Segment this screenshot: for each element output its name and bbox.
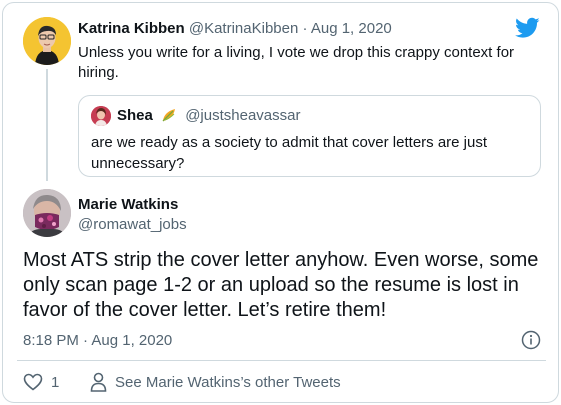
heart-icon[interactable] [23,373,43,391]
quoted-tweet[interactable]: Shea @justsheavassar are we ready as a s… [78,95,541,177]
like-count[interactable]: 1 [51,373,59,393]
embedded-tweet-card: Katrina Kibben @KatrinaKibben · Aug 1, 2… [2,2,559,403]
parent-tweet-header: Katrina Kibben @KatrinaKibben · Aug 1, 2… [78,19,392,39]
leaf-emoji-icon [162,109,176,122]
avatar-shea[interactable] [91,106,111,126]
thread-connector-line [46,69,48,181]
dot-separator: · [302,20,308,37]
main-display-name[interactable]: Marie Watkins [78,195,178,215]
quoted-tweet-text: are we ready as a society to admit that … [91,134,488,172]
see-other-tweets-link[interactable]: See Marie Watkins’s other Tweets [115,373,341,393]
parent-tweet-text: Unless you write for a living, I vote we… [78,44,515,81]
parent-display-name[interactable]: Katrina Kibben [78,20,185,37]
quoted-tweet-header: Shea @justsheavassar [117,106,300,126]
parent-handle[interactable]: @KatrinaKibben [189,20,298,37]
avatar-katrina-kibben[interactable] [23,17,71,65]
twitter-bird-icon[interactable] [515,17,540,39]
info-icon[interactable] [521,330,541,350]
avatar-marie-watkins[interactable] [23,189,71,237]
tweet-timestamp[interactable]: 8:18 PM · Aug 1, 2020 [23,331,172,351]
parent-date[interactable]: Aug 1, 2020 [311,20,392,37]
action-divider [17,360,546,361]
main-tweet-text: Most ATS strip the cover letter anyhow. … [23,249,539,321]
quoted-display-name[interactable]: Shea [117,107,153,124]
main-handle[interactable]: @romawat_jobs [78,215,187,235]
person-icon[interactable] [90,372,107,392]
quoted-handle[interactable]: @justsheavassar [185,107,300,124]
